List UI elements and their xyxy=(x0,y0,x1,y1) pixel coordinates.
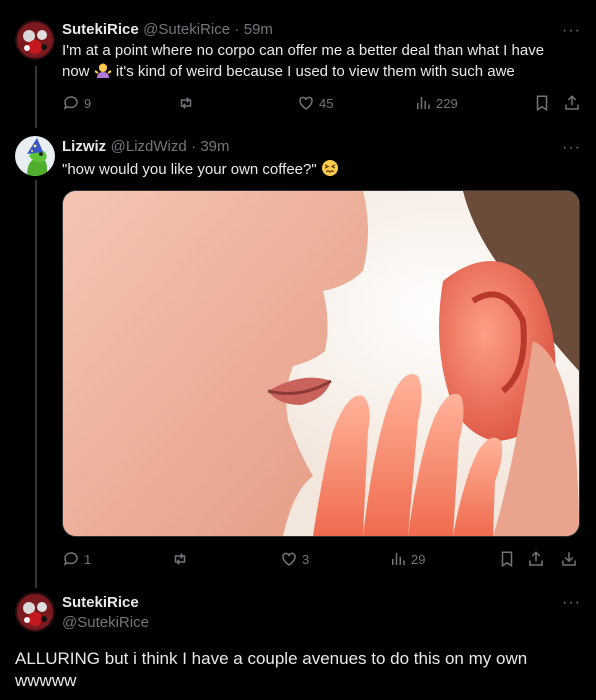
timestamp[interactable]: · 39m xyxy=(191,138,229,155)
views-button[interactable]: 229 xyxy=(414,94,458,112)
share-button[interactable] xyxy=(563,94,581,112)
heart-icon xyxy=(282,552,296,566)
tweet-text-line: wwwww xyxy=(15,671,77,690)
reply-button[interactable]: 9 xyxy=(62,94,91,112)
like-count: 45 xyxy=(319,95,334,111)
analytics-icon xyxy=(392,553,405,565)
tweet-text: I'm at a point where no corpo can offer … xyxy=(62,41,582,82)
like-button[interactable]: 3 xyxy=(280,550,309,568)
tweet-text-line: I'm at a point where no corpo can offer … xyxy=(62,42,545,59)
reply-count: 1 xyxy=(84,551,92,567)
retweet-button[interactable] xyxy=(177,94,199,112)
avatar[interactable] xyxy=(15,20,55,60)
whisper-photo xyxy=(63,191,579,536)
reply-count: 9 xyxy=(84,95,92,111)
more-options-button[interactable]: ··· xyxy=(562,22,581,40)
avatar[interactable] xyxy=(15,136,55,176)
handle[interactable]: @SutekiRice xyxy=(143,21,230,38)
tweet-header: SutekiRice @SutekiRice · 59m xyxy=(62,21,273,39)
timestamp[interactable]: · 59m xyxy=(235,21,273,38)
like-button[interactable]: 45 xyxy=(297,94,333,112)
display-name[interactable]: SutekiRice xyxy=(62,21,139,38)
retweet-icon xyxy=(180,97,192,109)
download-button[interactable] xyxy=(560,550,578,568)
woman-shrugging-emoji xyxy=(94,61,112,79)
tweet-text-line: ALLURING but i think I have a couple ave… xyxy=(15,649,528,668)
analytics-icon xyxy=(417,97,430,109)
views-button[interactable]: 29 xyxy=(389,550,425,568)
tweet-header: Lizwiz @LizdWizd · 39m xyxy=(62,138,230,156)
share-icon xyxy=(565,95,579,110)
share-button[interactable] xyxy=(527,550,545,568)
tweet-text-line: now it's kind of weird because I used to… xyxy=(62,61,515,80)
bookmark-button[interactable] xyxy=(533,94,551,112)
bookmark-icon xyxy=(501,551,513,568)
share-icon xyxy=(529,551,543,566)
retweet-button[interactable] xyxy=(171,550,193,568)
bookmark-icon xyxy=(536,95,548,112)
retweet-icon xyxy=(174,553,186,565)
reply-icon xyxy=(63,96,78,110)
thread-line xyxy=(35,180,37,588)
view-count: 229 xyxy=(436,95,458,111)
display-name[interactable]: SutekiRice xyxy=(62,594,139,611)
heart-icon xyxy=(299,96,313,110)
more-options-button[interactable]: ··· xyxy=(562,139,581,157)
thread-line xyxy=(35,66,37,128)
tweet-text: ALLURING but i think I have a couple ave… xyxy=(15,648,585,692)
bookmark-button[interactable] xyxy=(498,550,516,568)
download-icon xyxy=(562,552,576,566)
tweet-text: "how would you like your own coffee?" xyxy=(62,159,582,180)
reply-button[interactable]: 1 xyxy=(62,550,91,568)
more-options-button[interactable]: ··· xyxy=(562,594,581,612)
display-name[interactable]: Lizwiz xyxy=(62,138,106,155)
handle[interactable]: @SutekiRice xyxy=(62,614,149,631)
confounded-face-emoji xyxy=(321,159,339,177)
avatar[interactable] xyxy=(15,592,55,632)
reply-icon xyxy=(63,552,78,566)
like-count: 3 xyxy=(302,551,310,567)
handle[interactable]: @LizdWizd xyxy=(111,138,187,155)
view-count: 29 xyxy=(411,551,426,567)
tweet-image[interactable] xyxy=(62,190,580,537)
